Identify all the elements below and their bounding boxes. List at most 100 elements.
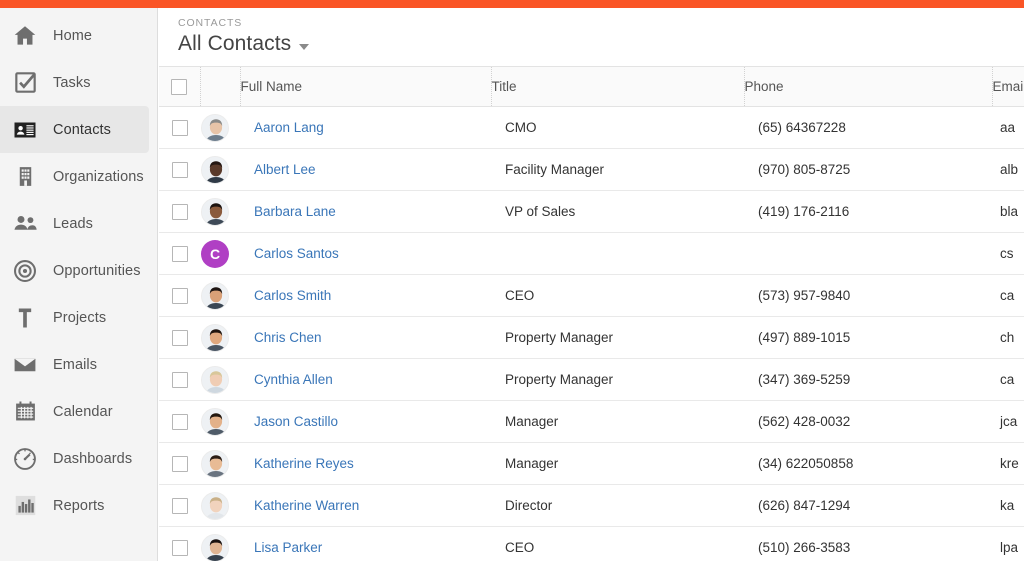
sidebar-item-label: Projects [53,310,106,326]
contact-name-link[interactable]: Lisa Parker [240,540,322,555]
people-icon [10,209,40,239]
target-icon [10,256,40,286]
avatar [201,534,229,561]
contact-name-link-cell: Katherine Warren [240,485,491,527]
row-checkbox-cell [159,485,200,527]
row-checkbox[interactable] [172,540,188,556]
contact-title: CMO [491,120,537,135]
contact-title-cell: Director [491,485,744,527]
row-avatar-cell [200,527,240,561]
building-icon [10,162,40,192]
contact-phone-cell: (34) 622050858 [744,443,992,485]
table-row[interactable]: Albert Lee Facility Manager(970) 805-8725… [159,149,1024,191]
table-row[interactable]: Carlos SmithCEO(573) 957-9840ca [159,275,1024,317]
calendar-icon [10,397,40,427]
envelope-icon [10,350,40,380]
contact-title: VP of Sales [491,204,575,219]
row-checkbox-cell [159,107,200,149]
column-header-email[interactable]: Email [992,67,1024,107]
sidebar-item-calendar[interactable]: Calendar [0,388,149,435]
sidebar-item-tasks[interactable]: Tasks [0,59,149,106]
row-checkbox[interactable] [172,204,188,220]
contact-email: kre [992,456,1019,471]
sidebar-item-organizations[interactable]: Organizations [0,153,149,200]
table-row[interactable]: Katherine WarrenDirector(626) 847-1294ka [159,485,1024,527]
row-checkbox[interactable] [172,246,188,262]
contact-title-cell: CEO [491,527,744,561]
row-checkbox[interactable] [172,330,188,346]
table-row[interactable]: Katherine ReyesManager(34) 622050858kre [159,443,1024,485]
sidebar-item-label: Contacts [53,122,111,138]
table-row[interactable]: Barbara LaneVP of Sales(419) 176-2116bla [159,191,1024,233]
avatar [201,492,229,520]
contact-title-cell: Manager [491,401,744,443]
contact-name-link-cell: Lisa Parker [240,527,491,561]
sidebar-item-emails[interactable]: Emails [0,341,149,388]
contact-name-link[interactable]: Katherine Warren [240,498,359,513]
contact-name-link[interactable]: Barbara Lane [240,204,336,219]
row-avatar-cell [200,485,240,527]
avatar: C [201,240,229,268]
contact-email: aa [992,120,1015,135]
sidebar-item-projects[interactable]: Projects [0,294,149,341]
contact-name-link[interactable]: Jason Castillo [240,414,338,429]
sidebar-item-leads[interactable]: Leads [0,200,149,247]
contact-email-cell: ca [992,359,1024,401]
sidebar-item-contacts[interactable]: Contacts [0,106,149,153]
row-checkbox[interactable] [172,288,188,304]
contact-name-link-cell: Cynthia Allen [240,359,491,401]
table-row[interactable]: Aaron LangCMO(65) 64367228aa [159,107,1024,149]
table-row[interactable]: Jason CastilloManager(562) 428-0032jca [159,401,1024,443]
contact-phone: (497) 889-1015 [744,330,850,345]
table-head: Full Name Title Phone Email [159,67,1024,107]
contact-name-link[interactable]: Katherine Reyes [240,456,354,471]
contact-email-cell: alb [992,149,1024,191]
page-header: CONTACTS All Contacts [159,8,1024,66]
contact-name-link[interactable]: Carlos Santos [240,246,339,261]
contact-email: lpa [992,540,1018,555]
row-checkbox[interactable] [172,498,188,514]
row-checkbox[interactable] [172,372,188,388]
row-checkbox-wrap [159,414,200,430]
contact-phone [744,246,758,261]
row-checkbox[interactable] [172,120,188,136]
column-header-full-name[interactable]: Full Name [240,67,491,107]
sidebar-item-home[interactable]: Home [0,12,149,59]
contact-name-link[interactable]: Chris Chen [240,330,322,345]
contact-name-link[interactable]: Albert Lee [240,162,316,177]
sidebar-item-opportunities[interactable]: Opportunities [0,247,149,294]
contact-email: jca [992,414,1017,429]
contact-name-link[interactable]: Aaron Lang [240,120,324,135]
select-all-checkbox[interactable] [171,79,187,95]
table-row[interactable]: CCarlos Santoscs [159,233,1024,275]
row-checkbox-cell [159,527,200,561]
contact-name-link-cell: Barbara Lane [240,191,491,233]
sidebar-item-dashboards[interactable]: Dashboards [0,435,149,482]
contact-name-link[interactable]: Carlos Smith [240,288,331,303]
row-checkbox-wrap [159,120,200,136]
column-header-phone[interactable]: Phone [744,67,992,107]
column-header-title[interactable]: Title [491,67,744,107]
row-checkbox[interactable] [172,414,188,430]
sidebar-item-reports[interactable]: Reports [0,482,149,529]
sidebar-item-label: Opportunities [53,263,141,279]
contact-phone-cell: (970) 805-8725 [744,149,992,191]
contact-email: ca [992,288,1014,303]
bar-chart-icon [10,491,40,521]
contact-title-cell: CEO [491,275,744,317]
row-checkbox-wrap [159,204,200,220]
contact-title-cell: Facility Manager [491,149,744,191]
view-selector[interactable]: All Contacts [178,32,1024,56]
sidebar-item-label: Tasks [53,75,91,91]
avatar [201,198,229,226]
contact-title: CEO [491,288,534,303]
table-row[interactable]: Chris ChenProperty Manager(497) 889-1015… [159,317,1024,359]
table-row[interactable]: Cynthia AllenProperty Manager(347) 369-5… [159,359,1024,401]
row-checkbox[interactable] [172,456,188,472]
contact-phone: (347) 369-5259 [744,372,850,387]
table-row[interactable]: Lisa ParkerCEO(510) 266-3583lpa [159,527,1024,561]
contact-title: Director [491,498,552,513]
row-checkbox[interactable] [172,162,188,178]
contact-name-link[interactable]: Cynthia Allen [240,372,333,387]
sidebar-item-label: Calendar [53,404,113,420]
